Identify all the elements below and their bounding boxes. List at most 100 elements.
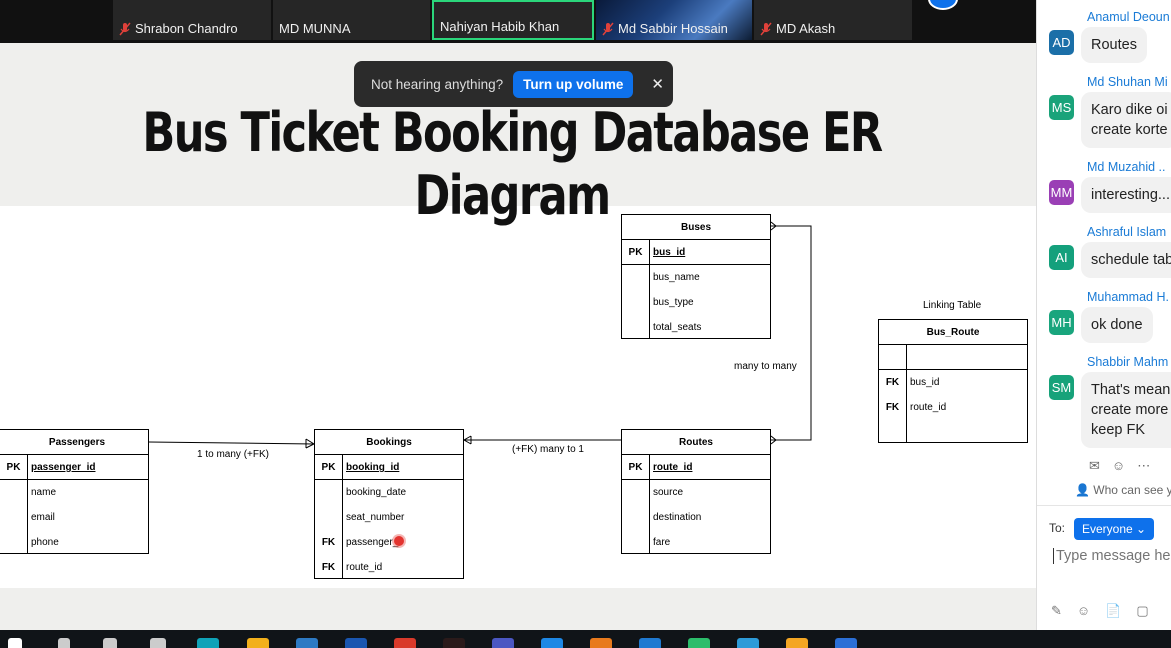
folder-icon[interactable] xyxy=(247,638,269,648)
app-icon[interactable] xyxy=(590,638,612,648)
shared-screen: Bus Ticket Booking Database ER Diagram N… xyxy=(0,43,1036,630)
person-icon: 👤 xyxy=(1075,483,1090,497)
search-icon[interactable] xyxy=(58,638,70,648)
sender-name: Shabbir Mahm xyxy=(1087,355,1169,369)
relation-line xyxy=(148,441,315,445)
pk-field: bus_id xyxy=(653,247,686,258)
message-bubble: Routes xyxy=(1081,27,1147,63)
fk-field: route_id xyxy=(910,402,947,413)
avatar: AD xyxy=(1049,30,1074,55)
zoom-icon[interactable] xyxy=(835,638,857,648)
field: bus_type xyxy=(653,297,694,308)
participant-name: Nahiyan Habib Khan xyxy=(440,19,560,34)
annotation-pointer xyxy=(394,536,404,546)
fk-label: FK xyxy=(321,562,336,573)
app-icon[interactable] xyxy=(541,638,563,648)
edge-icon[interactable] xyxy=(197,638,219,648)
store-icon[interactable] xyxy=(296,638,318,648)
entity-title: Bookings xyxy=(315,430,463,455)
field: total_seats xyxy=(653,322,702,333)
start-icon[interactable] xyxy=(8,638,22,648)
app-icon[interactable] xyxy=(492,638,514,648)
participant-tile[interactable]: MD Akash xyxy=(754,0,912,40)
app-icon[interactable] xyxy=(345,638,367,648)
fk-label: FK xyxy=(885,377,900,388)
participant-name: MD Akash xyxy=(776,21,836,36)
participant-name: MD MUNNA xyxy=(279,21,351,36)
sender-name: Anamul Deoun xyxy=(1087,10,1170,24)
task-view-icon[interactable] xyxy=(150,638,166,648)
format-icon[interactable]: ✎ xyxy=(1051,603,1062,619)
avatar: SM xyxy=(1049,375,1074,400)
participant-tile[interactable]: Md Sabbir Hossain xyxy=(596,0,752,40)
pycharm-icon[interactable] xyxy=(688,638,710,648)
file-icon[interactable]: 📄 xyxy=(1105,603,1121,619)
entity-title: Bus_Route xyxy=(879,320,1027,345)
chat-message-input[interactable] xyxy=(1053,548,1171,564)
avatar: MM xyxy=(1049,180,1074,205)
who-can-see-link[interactable]: 👤 Who can see yo xyxy=(1075,483,1171,497)
participant-strip: Shrabon Chandro MD MUNNA Nahiyan Habib K… xyxy=(0,0,1036,43)
pk-field: route_id xyxy=(653,462,693,473)
pk-label: PK xyxy=(6,462,21,473)
field: phone xyxy=(31,537,59,548)
pk-label: PK xyxy=(321,462,336,473)
field: destination xyxy=(653,512,702,523)
search-icon[interactable] xyxy=(103,638,117,648)
avatar: MH xyxy=(1049,310,1074,335)
pk-field: passenger_id xyxy=(31,462,96,473)
mic-muted-icon xyxy=(119,22,131,35)
avatar: MS xyxy=(1049,95,1074,120)
entity-routes: Routes PK route_id source destination far… xyxy=(621,429,771,554)
field: seat_number xyxy=(346,512,405,523)
chevron-down-icon: ⌄ xyxy=(1136,522,1147,536)
fk-label: FK xyxy=(321,537,336,548)
entity-bus-route: Bus_Route FK bus_id FK route_id xyxy=(878,319,1028,443)
sender-name: Md Shuhan Mi xyxy=(1087,75,1168,89)
fk-field: bus_id xyxy=(910,377,940,388)
more-icon[interactable]: ⋯ xyxy=(1137,458,1150,474)
field: fare xyxy=(653,537,671,548)
screenshot-icon[interactable]: ▢ xyxy=(1136,603,1148,619)
field: booking_date xyxy=(346,487,407,498)
sender-name: Ashraful Islam xyxy=(1087,225,1167,239)
app-icon[interactable] xyxy=(737,638,759,648)
fk-field: passenger_ xyxy=(346,537,399,548)
field: bus_name xyxy=(653,272,700,283)
emoji-react-icon[interactable]: ☺ xyxy=(1112,458,1125,474)
entity-bookings: Bookings PK booking_id booking_date seat_… xyxy=(314,429,464,579)
app-icon[interactable] xyxy=(443,638,465,648)
reply-icon[interactable]: ✉ xyxy=(1089,458,1100,474)
entity-title: Passengers xyxy=(0,430,148,455)
chrome-icon[interactable] xyxy=(394,638,416,648)
emoji-icon[interactable]: ☺ xyxy=(1077,603,1090,619)
message-actions: ✉ ☺ ⋯ xyxy=(1089,458,1150,474)
participant-name: Md Sabbir Hossain xyxy=(618,21,728,36)
field: name xyxy=(31,487,57,498)
participant-tile[interactable]: Shrabon Chandro xyxy=(113,0,271,40)
app-icon[interactable] xyxy=(786,638,808,648)
fk-field: route_id xyxy=(346,562,383,573)
message-bubble: That's mean create more keep FK xyxy=(1081,372,1171,448)
message-bubble: schedule tab xyxy=(1081,242,1171,278)
vscode-icon[interactable] xyxy=(639,638,661,648)
recipient-select[interactable]: Everyone ⌄ xyxy=(1074,518,1155,540)
message-bubble: ok done xyxy=(1081,307,1153,343)
taskbar xyxy=(0,630,1171,648)
next-page-icon[interactable] xyxy=(928,0,958,10)
participant-tile[interactable]: MD MUNNA xyxy=(273,0,430,40)
participant-tile-active-speaker[interactable]: Nahiyan Habib Khan xyxy=(432,0,594,40)
pk-label: PK xyxy=(628,247,643,258)
relation-label: (+FK) many to 1 xyxy=(512,444,584,455)
pk-label: PK xyxy=(628,462,643,473)
entity-title: Buses xyxy=(622,215,770,240)
divider xyxy=(1037,505,1171,506)
chat-toolbar: ✎ ☺ 📄 ▢ xyxy=(1051,603,1149,619)
linking-table-caption: Linking Table xyxy=(923,300,982,311)
field: email xyxy=(31,512,55,523)
message-bubble: Karo dike oi create korte xyxy=(1081,92,1171,148)
participant-name: Shrabon Chandro xyxy=(135,21,238,36)
chat-panel: Anamul Deoun AD Routes Md Shuhan Mi MS K… xyxy=(1036,0,1171,630)
sender-name: Muhammad H. xyxy=(1087,290,1169,304)
fk-label: FK xyxy=(885,402,900,413)
